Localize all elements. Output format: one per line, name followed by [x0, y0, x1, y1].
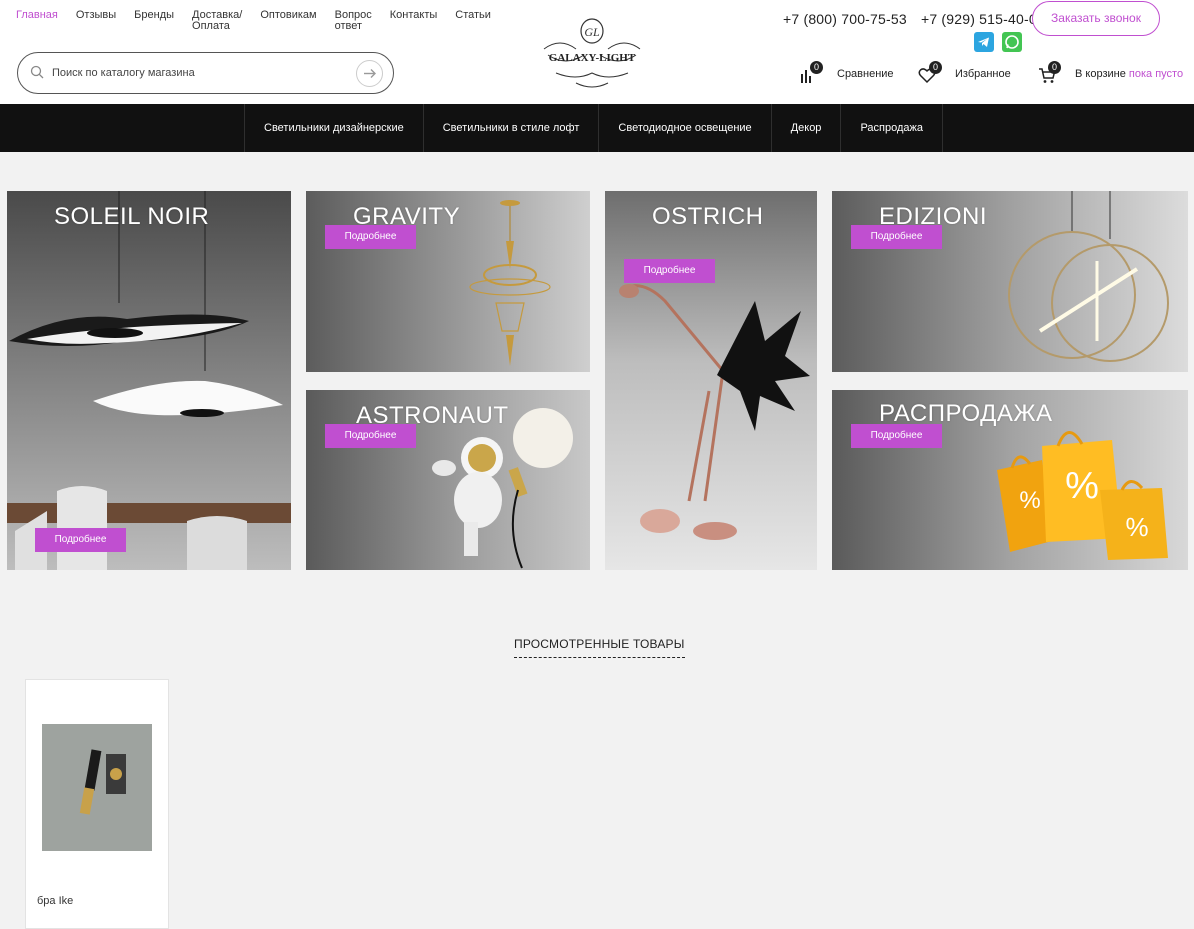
product-image [42, 724, 152, 851]
banner-ostrich[interactable]: OSTRICH Подробнее [605, 191, 817, 570]
cart-count-badge: 0 [1048, 61, 1061, 74]
topnav-delivery[interactable]: Доставка/ Оплата [192, 10, 242, 32]
sale-more-button[interactable]: Подробнее [851, 424, 942, 448]
cart-label: В корзине [1075, 68, 1126, 80]
phone-secondary[interactable]: +7 (929) 515-40-04 [921, 11, 1045, 27]
astronaut-more-button[interactable]: Подробнее [325, 424, 416, 448]
viewed-products-heading: ПРОСМОТРЕННЫЕ ТОВАРЫ [514, 637, 685, 658]
banner-sale[interactable]: % % % РАСПРОДАЖА Подробнее [832, 390, 1188, 570]
svg-text:%: % [1019, 487, 1040, 514]
site-logo[interactable]: GL GALAXY-LIGHT [536, 15, 648, 93]
search-bar [17, 52, 394, 94]
soleil-noir-more-button[interactable]: Подробнее [35, 528, 126, 552]
banner-astronaut[interactable]: ASTRONAUT Подробнее [306, 390, 590, 570]
banner-soleil-noir[interactable]: SOLEIL NOIR Подробнее [7, 191, 291, 570]
gravity-more-button[interactable]: Подробнее [325, 225, 416, 249]
site-header: Главная Отзывы Бренды Доставка/ Оплата О… [0, 0, 1194, 104]
ostrich-more-button[interactable]: Подробнее [624, 259, 715, 283]
compare-count-badge: 0 [810, 61, 823, 74]
favorites-count-badge: 0 [929, 61, 942, 74]
top-navigation: Главная Отзывы Бренды Доставка/ Оплата О… [16, 10, 509, 32]
search-input[interactable] [52, 64, 352, 82]
svg-text:GL: GL [584, 25, 600, 39]
compare-label[interactable]: Сравнение [837, 68, 894, 80]
cart-status: пока пусто [1128, 68, 1184, 80]
svg-text:%: % [1065, 465, 1099, 507]
search-icon [30, 65, 44, 79]
catnav-sale[interactable]: Распродажа [841, 104, 943, 152]
phone-numbers: +7 (800) 700-75-53 +7 (929) 515-40-04 [783, 11, 1055, 27]
ostrich-lamp-image [619, 284, 810, 540]
logo-emblem: GL GALAXY-LIGHT [543, 18, 641, 88]
favorites-label[interactable]: Избранное [955, 68, 1011, 80]
topnav-articles[interactable]: Статьи [455, 10, 491, 32]
topnav-faq[interactable]: Вопрос ответ [335, 10, 372, 32]
product-name[interactable]: бра Ike [37, 895, 73, 907]
catnav-decor[interactable]: Декор [772, 104, 842, 152]
whatsapp-icon[interactable] [1002, 32, 1022, 52]
search-submit-button[interactable] [356, 60, 383, 87]
arrow-right-icon [364, 69, 376, 78]
topnav-wholesale[interactable]: Оптовикам [260, 10, 316, 32]
soleil-noir-lamp-image [7, 191, 291, 570]
banner-gravity[interactable]: GRAVITY Подробнее [306, 191, 590, 372]
edizioni-more-button[interactable]: Подробнее [851, 225, 942, 249]
svg-text:GALAXY-LIGHT: GALAXY-LIGHT [549, 52, 636, 64]
cart-summary[interactable]: В корзине пока пусто [1075, 68, 1183, 80]
banner-title-ostrich: OSTRICH [652, 203, 764, 230]
svg-text:%: % [1125, 512, 1148, 542]
topnav-brands[interactable]: Бренды [134, 10, 174, 32]
topnav-contacts[interactable]: Контакты [390, 10, 438, 32]
catnav-loft-lamps[interactable]: Светильники в стиле лофт [424, 104, 600, 152]
request-call-button[interactable]: Заказать звонок [1032, 1, 1160, 36]
product-card[interactable]: бра Ike [25, 679, 169, 929]
category-navigation: Светильники дизайнерские Светильники в с… [0, 104, 1194, 152]
topnav-reviews[interactable]: Отзывы [76, 10, 116, 32]
telegram-icon[interactable] [974, 32, 994, 52]
banner-title-soleil-noir: SOLEIL NOIR [54, 203, 210, 230]
topnav-home[interactable]: Главная [16, 10, 58, 32]
banner-edizioni[interactable]: EDIZIONI Подробнее [832, 191, 1188, 372]
catnav-designer-lamps[interactable]: Светильники дизайнерские [244, 104, 424, 152]
phone-primary[interactable]: +7 (800) 700-75-53 [783, 11, 907, 27]
catnav-led-lighting[interactable]: Светодиодное освещение [599, 104, 772, 152]
